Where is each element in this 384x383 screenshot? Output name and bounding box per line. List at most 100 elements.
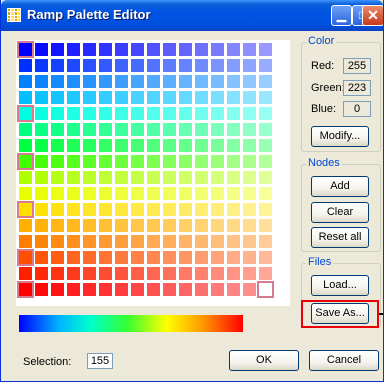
palette-swatch[interactable]	[227, 155, 240, 168]
palette-swatch[interactable]	[67, 187, 80, 200]
palette-swatch[interactable]	[211, 123, 224, 136]
palette-swatch[interactable]	[227, 283, 240, 296]
palette-swatch[interactable]	[211, 155, 224, 168]
palette-swatch[interactable]	[147, 203, 160, 216]
palette-swatch[interactable]	[83, 123, 96, 136]
palette-swatch[interactable]	[163, 283, 176, 296]
palette-swatch[interactable]	[147, 171, 160, 184]
palette-swatch[interactable]	[35, 187, 48, 200]
palette-swatch[interactable]	[19, 139, 32, 152]
palette-swatch[interactable]	[195, 75, 208, 88]
palette-swatch[interactable]	[195, 283, 208, 296]
palette-swatch[interactable]	[67, 75, 80, 88]
palette-swatch[interactable]	[35, 139, 48, 152]
palette-swatch[interactable]	[147, 219, 160, 232]
palette-swatch[interactable]	[243, 267, 256, 280]
palette-swatch[interactable]	[35, 171, 48, 184]
palette-swatch[interactable]	[67, 107, 80, 120]
palette-swatch[interactable]	[115, 123, 128, 136]
palette-swatch[interactable]	[259, 91, 272, 104]
palette-swatch[interactable]	[259, 75, 272, 88]
palette-swatch[interactable]	[115, 107, 128, 120]
palette-swatch[interactable]	[227, 75, 240, 88]
palette-swatch[interactable]	[243, 251, 256, 264]
palette-swatch[interactable]	[179, 187, 192, 200]
palette-swatch[interactable]	[67, 59, 80, 72]
palette-swatch[interactable]	[51, 139, 64, 152]
palette-swatch[interactable]	[211, 43, 224, 56]
palette-swatch[interactable]	[179, 283, 192, 296]
palette-swatch[interactable]	[211, 251, 224, 264]
palette-swatch[interactable]	[99, 187, 112, 200]
palette-swatch[interactable]	[259, 155, 272, 168]
palette-swatch[interactable]	[243, 123, 256, 136]
palette-swatch[interactable]	[51, 75, 64, 88]
modify-button[interactable]: Modify...	[311, 126, 369, 147]
palette-swatch[interactable]	[99, 139, 112, 152]
palette-swatch[interactable]	[227, 187, 240, 200]
palette-swatch[interactable]	[195, 203, 208, 216]
palette-swatch[interactable]	[131, 219, 144, 232]
palette-swatch[interactable]	[179, 107, 192, 120]
palette-swatch[interactable]	[19, 75, 32, 88]
palette-swatch[interactable]	[211, 267, 224, 280]
palette-swatch[interactable]	[147, 123, 160, 136]
palette-swatch[interactable]	[83, 187, 96, 200]
palette-swatch[interactable]	[227, 123, 240, 136]
palette-swatch[interactable]	[243, 43, 256, 56]
palette-swatch[interactable]	[99, 283, 112, 296]
palette-swatch[interactable]	[115, 171, 128, 184]
palette-swatch[interactable]	[227, 139, 240, 152]
palette-swatch[interactable]	[19, 171, 32, 184]
palette-swatch[interactable]	[99, 91, 112, 104]
palette-swatch[interactable]	[83, 219, 96, 232]
palette-swatch[interactable]	[259, 251, 272, 264]
palette-swatch[interactable]	[35, 155, 48, 168]
palette-swatch[interactable]	[163, 75, 176, 88]
palette-swatch[interactable]	[147, 59, 160, 72]
palette-swatch[interactable]	[227, 219, 240, 232]
palette-swatch[interactable]	[147, 43, 160, 56]
palette-swatch[interactable]	[211, 91, 224, 104]
add-node-button[interactable]: Add	[311, 176, 369, 197]
palette-swatch[interactable]	[179, 203, 192, 216]
palette-swatch[interactable]	[163, 155, 176, 168]
palette-swatch[interactable]	[83, 43, 96, 56]
palette-swatch[interactable]	[147, 251, 160, 264]
palette-swatch[interactable]	[99, 251, 112, 264]
palette-swatch[interactable]	[131, 123, 144, 136]
palette-swatch[interactable]	[195, 235, 208, 248]
palette-swatch[interactable]	[195, 59, 208, 72]
palette-swatch[interactable]	[83, 283, 96, 296]
palette-swatch[interactable]	[115, 235, 128, 248]
palette-swatch[interactable]	[35, 59, 48, 72]
palette-swatch[interactable]	[67, 123, 80, 136]
palette-swatch[interactable]	[115, 59, 128, 72]
palette-swatch[interactable]	[179, 75, 192, 88]
palette-swatch[interactable]	[51, 43, 64, 56]
palette-swatch[interactable]	[211, 59, 224, 72]
palette-swatch[interactable]	[259, 43, 272, 56]
palette-swatch[interactable]	[35, 219, 48, 232]
palette-swatch[interactable]	[227, 171, 240, 184]
palette-swatch[interactable]	[51, 171, 64, 184]
palette-swatch[interactable]	[51, 91, 64, 104]
palette-swatch[interactable]	[131, 139, 144, 152]
palette-swatch[interactable]	[259, 219, 272, 232]
palette-swatch[interactable]	[67, 91, 80, 104]
palette-swatch[interactable]	[147, 235, 160, 248]
palette-swatch[interactable]	[147, 155, 160, 168]
palette-swatch[interactable]	[83, 59, 96, 72]
palette-swatch[interactable]	[227, 267, 240, 280]
palette-swatch[interactable]	[131, 91, 144, 104]
palette-swatch[interactable]	[211, 187, 224, 200]
palette-swatch[interactable]	[147, 267, 160, 280]
palette-swatch[interactable]	[243, 171, 256, 184]
palette-swatch[interactable]	[227, 43, 240, 56]
palette-swatch[interactable]	[131, 203, 144, 216]
palette-swatch[interactable]	[83, 267, 96, 280]
palette-swatch[interactable]	[67, 171, 80, 184]
palette-swatch[interactable]	[131, 107, 144, 120]
palette-swatch[interactable]	[35, 283, 48, 296]
palette-swatch[interactable]	[115, 267, 128, 280]
